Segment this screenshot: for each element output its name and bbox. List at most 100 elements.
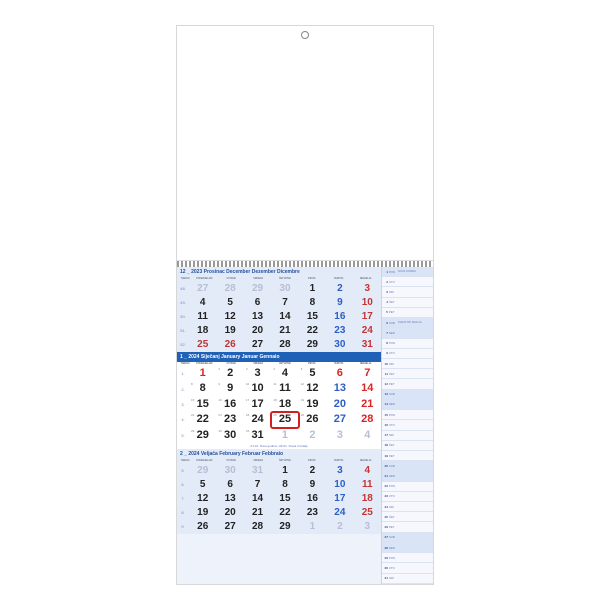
day-cell: 3 — [326, 464, 353, 478]
planner-day-num: 22 — [383, 484, 388, 488]
week-number: 5. — [177, 468, 189, 473]
day-cell: 20 — [216, 506, 243, 520]
day-cell: 10 — [354, 296, 381, 310]
calendar-product: 12 _ 2023 Prosinac December Dezember Dic… — [176, 25, 434, 585]
day-cell: 2424 — [244, 412, 271, 427]
day-cell: 23 — [326, 324, 353, 338]
day-cell: 29 — [244, 282, 271, 296]
planner-row: 1PONNOVA GODINA — [382, 267, 433, 277]
dow-label: SUBOTA — [325, 460, 352, 463]
day-cell: 1 — [299, 282, 326, 296]
planner-row: 2UTO — [382, 277, 433, 287]
week-number: 9. — [177, 524, 189, 529]
day-cell: 18 — [354, 492, 381, 506]
dow-label: SUBOTA — [325, 363, 352, 366]
day-cell: 16 — [326, 310, 353, 324]
dow-label: NEDJELJA — [352, 363, 379, 366]
day-cell: 25 — [354, 506, 381, 520]
day-cell: 20 — [326, 397, 353, 412]
planner-day-abbr: PON — [389, 413, 397, 417]
day-cell: 88 — [189, 381, 216, 396]
planner-day-abbr: PET — [389, 454, 397, 458]
planner-day-num: 20 — [383, 464, 388, 468]
day-cell: 5 — [216, 296, 243, 310]
day-cell: 8 — [271, 478, 298, 492]
dow-label: UTORAK — [218, 363, 245, 366]
today-marker: 2525 — [271, 412, 298, 427]
month-grid: 1.122334455672.889910101111121213143.151… — [177, 366, 381, 443]
day-cell: 9 — [299, 478, 326, 492]
day-cell: 26 — [216, 338, 243, 352]
day-cell: 2 — [326, 282, 353, 296]
day-cell: 21 — [354, 397, 381, 412]
day-cell: 3 — [354, 520, 381, 534]
week-number: 7. — [177, 496, 189, 501]
day-cell: 2 — [299, 428, 326, 443]
planner-day-num: 3 — [383, 290, 388, 294]
planner-row: 27SUB — [382, 533, 433, 543]
planner-note: NOVA GODINA — [398, 270, 416, 273]
planner-day-num: 9 — [383, 351, 388, 355]
day-cell: 28 — [216, 282, 243, 296]
planner-row: 12PET — [382, 379, 433, 389]
day-cell: 27 — [189, 282, 216, 296]
day-cell: 19 — [216, 324, 243, 338]
day-cell: 11 — [354, 478, 381, 492]
day-cell: 25 — [189, 338, 216, 352]
planner-day-abbr: SRI — [389, 290, 397, 294]
planner-day-num: 12 — [383, 382, 388, 386]
day-cell: 7 — [354, 366, 381, 381]
dow-label: TJEDAN — [179, 363, 191, 366]
months-column: 12 _ 2023 Prosinac December Dezember Dic… — [177, 267, 381, 584]
month-grid: 48.2728293012349.4567891050.111213141516… — [177, 282, 381, 352]
day-cell: 1 — [189, 366, 216, 381]
planner-row: 7NED — [382, 328, 433, 338]
planner-day-num: 19 — [383, 454, 388, 458]
planner-day-abbr: UTO — [389, 423, 397, 427]
dow-label: SRIJEDA — [245, 278, 272, 281]
day-cell: 13 — [326, 381, 353, 396]
dow-label: TJEDAN — [179, 278, 191, 281]
day-cell: 44 — [271, 366, 298, 381]
month-title: 12 _ 2023 Prosinac December Dezember Dic… — [177, 267, 381, 277]
day-cell: 22 — [216, 366, 243, 381]
dow-label: SRIJEDA — [245, 363, 272, 366]
dow-label: NEDJELJA — [352, 278, 379, 281]
planner-day-num: 7 — [383, 331, 388, 335]
header-panel — [177, 26, 433, 261]
day-cell: 55 — [299, 366, 326, 381]
planner-day-abbr: ČET — [389, 443, 397, 447]
day-cell: 21 — [244, 506, 271, 520]
day-cell: 3030 — [216, 428, 243, 443]
day-cell: 33 — [244, 366, 271, 381]
day-cell: 1717 — [244, 397, 271, 412]
hang-hole-icon — [301, 31, 309, 39]
planner-row: 23UTO — [382, 492, 433, 502]
day-cell: 1 — [271, 428, 298, 443]
day-cell: 18 — [189, 324, 216, 338]
day-cell: 14 — [271, 310, 298, 324]
planner-day-abbr: PET — [389, 525, 397, 529]
day-cell: 16 — [299, 492, 326, 506]
month-title: 1 _ 2024 Siječanj January Januar Gennaio — [177, 352, 381, 362]
day-cell: 17 — [326, 492, 353, 506]
week-number: 50. — [177, 314, 189, 319]
planner-row: 22PON — [382, 482, 433, 492]
day-cell: 30 — [326, 338, 353, 352]
day-cell: 1010 — [244, 381, 271, 396]
dow-label: TJEDAN — [179, 460, 191, 463]
planner-day-num: 29 — [383, 556, 388, 560]
planner-day-abbr: NED — [389, 402, 397, 406]
day-cell: 31 — [354, 338, 381, 352]
day-cell: 15 — [271, 492, 298, 506]
day-cell: 4 — [189, 296, 216, 310]
day-cell: 3 — [326, 428, 353, 443]
week-number: 48. — [177, 286, 189, 291]
day-cell: 12 — [189, 492, 216, 506]
day-cell: 24 — [326, 506, 353, 520]
planner-day-abbr: SUB — [389, 392, 397, 396]
planner-day-num: 30 — [383, 566, 388, 570]
planner-note: SVETA TRI KRALJA — [398, 321, 422, 324]
day-cell: 26 — [189, 520, 216, 534]
day-cell: 2222 — [189, 412, 216, 427]
